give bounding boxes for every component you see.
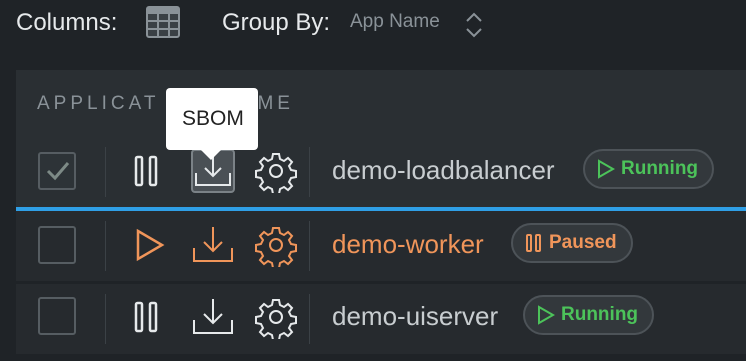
group-by-label: Group By: [222, 9, 331, 36]
table-row[interactable]: demo-uiserver Running [16, 283, 746, 354]
status-badge: Running [523, 295, 655, 335]
divider [309, 221, 310, 271]
settings-button[interactable] [254, 295, 298, 339]
checkmark-icon [46, 162, 70, 181]
toolbar: Columns: Group By: App Name [0, 0, 746, 70]
row-checkbox[interactable] [38, 152, 76, 190]
table-row[interactable]: demo-loadbalancer Running [16, 137, 746, 211]
app-name[interactable]: demo-worker [332, 229, 484, 260]
play-button[interactable] [128, 223, 172, 267]
play-icon [136, 228, 165, 262]
sbom-download-button[interactable] [191, 295, 235, 339]
sbom-tooltip: SBOM [166, 88, 258, 160]
pause-icon [134, 301, 158, 333]
play-icon [598, 159, 615, 179]
pause-button[interactable] [126, 149, 170, 193]
table-header: APPLICAT ME [16, 70, 746, 137]
row-checkbox[interactable] [38, 297, 76, 335]
up-down-chevron-icon[interactable] [464, 10, 484, 40]
applications-table: APPLICAT ME demo-loadbalancer Running de… [16, 70, 746, 361]
table-row[interactable]: demo-worker Paused [16, 211, 746, 281]
gear-icon [255, 227, 297, 267]
pause-icon [526, 234, 541, 252]
row-checkbox[interactable] [38, 226, 76, 264]
settings-button[interactable] [254, 223, 298, 267]
pause-button[interactable] [126, 295, 170, 339]
settings-button[interactable] [254, 149, 298, 193]
gear-icon [255, 153, 297, 193]
app-name[interactable]: demo-uiserver [332, 301, 498, 332]
status-badge: Paused [511, 223, 633, 263]
download-icon [193, 227, 233, 262]
pause-icon [134, 155, 158, 187]
divider [105, 221, 106, 271]
play-icon [538, 305, 555, 325]
group-by-select[interactable]: App Name [350, 11, 440, 33]
divider [105, 294, 106, 344]
divider [309, 294, 310, 344]
status-badge: Running [583, 149, 715, 189]
gear-icon [255, 299, 297, 339]
columns-label: Columns: [16, 9, 118, 36]
download-icon [193, 299, 233, 334]
sbom-download-button[interactable] [191, 223, 235, 267]
divider [105, 147, 106, 197]
table-grid-icon[interactable] [145, 4, 181, 40]
app-name[interactable]: demo-loadbalancer [332, 155, 555, 186]
divider [309, 147, 310, 197]
